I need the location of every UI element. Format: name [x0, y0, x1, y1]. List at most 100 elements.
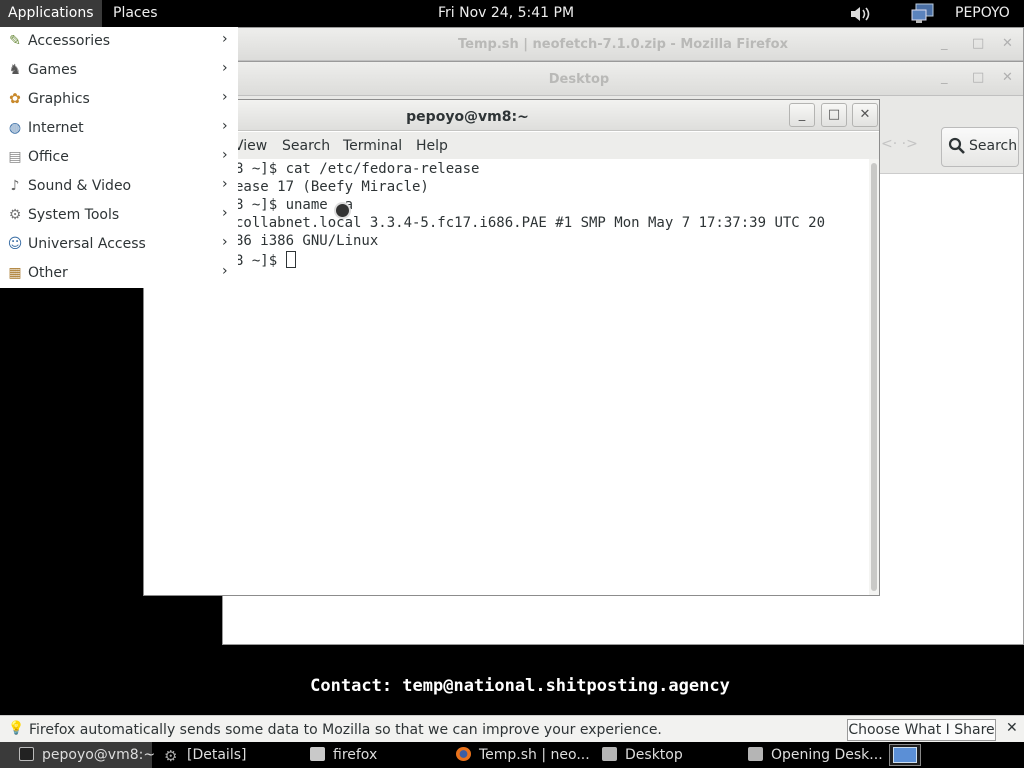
firefox-titlebar[interactable]: Temp.sh | neofetch-7.1.0.zip - Mozilla F… — [223, 28, 1023, 61]
chevron-right-icon: › — [222, 234, 228, 250]
menu-item-label: Games — [28, 62, 77, 78]
task-terminal[interactable]: pepoyo@vm8:~ — [0, 742, 156, 768]
info-icon: 💡 — [8, 721, 25, 736]
close-button[interactable]: ✕ — [1002, 36, 1013, 51]
office-icon: ▤ — [8, 149, 22, 165]
terminal-prompt: 8 ~]$ — [235, 253, 286, 269]
other-icon: ▦ — [8, 265, 22, 281]
menu-item-label: Accessories — [28, 33, 111, 49]
task-details[interactable]: ⚙ [Details] — [164, 742, 246, 768]
chevron-right-icon: › — [222, 60, 228, 76]
terminal-line: 86 i386 GNU/Linux — [235, 233, 379, 249]
task-label: firefox — [333, 747, 378, 763]
back-forward-icon[interactable]: <· ·> — [881, 136, 918, 152]
menu-item-label: Graphics — [28, 91, 90, 107]
menu-item-internet[interactable]: ◍ Internet › — [0, 114, 238, 143]
task-label: Desktop — [625, 747, 683, 763]
games-icon: ♞ — [8, 62, 22, 78]
desktop-titlebar[interactable]: Desktop _ □ ✕ — [223, 62, 1023, 96]
maximize-button[interactable]: □ — [972, 36, 984, 51]
chevron-right-icon: › — [222, 176, 228, 192]
terminal-prompt-line: 8 ~]$ — [235, 251, 296, 269]
task-firefox-window[interactable]: Temp.sh | neo... — [456, 742, 590, 768]
terminal-title: pepoyo@vm8:~ — [406, 109, 529, 125]
chevron-right-icon: › — [222, 31, 228, 47]
folder-camera-icon — [748, 747, 763, 761]
search-icon — [948, 137, 965, 158]
menu-item-label: Office — [28, 149, 69, 165]
user-menu[interactable]: PEPOYO — [955, 0, 1010, 27]
contact-text: Contact: temp@national.shitposting.agenc… — [310, 676, 730, 696]
minimize-button[interactable]: _ — [941, 36, 948, 51]
notification-bar: 💡 Firefox automatically sends some data … — [0, 715, 1024, 742]
menu-item-label: Sound & Video — [28, 178, 132, 194]
terminal-scrollbar[interactable] — [869, 159, 879, 595]
menu-item-games[interactable]: ♞ Games › — [0, 56, 238, 85]
minimize-button[interactable]: _ — [789, 103, 815, 127]
menu-item-label: Other — [28, 265, 68, 281]
terminal-window: pepoyo@vm8:~ _ □ ✕ View Search Terminal … — [143, 99, 880, 596]
minimize-button[interactable]: _ — [941, 70, 948, 85]
close-button[interactable]: ✕ — [852, 103, 878, 127]
maximize-button[interactable]: □ — [821, 103, 847, 127]
menu-item-system-tools[interactable]: ⚙ System Tools › — [0, 201, 238, 230]
menu-item-sound-video[interactable]: ♪ Sound & Video › — [0, 172, 238, 201]
menu-item-label: System Tools — [28, 207, 120, 223]
search-label: Search — [969, 138, 1018, 154]
accessories-icon: ✎ — [9, 33, 21, 49]
universal-access-icon: ☺ — [7, 236, 23, 252]
task-label: pepoyo@vm8:~ — [42, 747, 156, 763]
task-desktop[interactable]: Desktop — [602, 742, 683, 768]
clock[interactable]: Fri Nov 24, 5:41 PM — [438, 0, 574, 27]
menu-help[interactable]: Help — [416, 138, 448, 154]
menu-item-graphics[interactable]: ✿ Graphics › — [0, 85, 238, 114]
chevron-right-icon: › — [222, 147, 228, 163]
terminal-line: collabnet.local 3.3.4-5.fc17.i686.PAE #1… — [235, 215, 826, 231]
menu-terminal[interactable]: Terminal — [343, 138, 402, 154]
chevron-right-icon: › — [222, 205, 228, 221]
applications-menu-button[interactable]: Applications — [0, 0, 102, 27]
volume-icon[interactable] — [849, 4, 873, 24]
menu-search[interactable]: Search — [282, 138, 330, 154]
task-label: Opening Desk... — [771, 747, 883, 763]
terminal-titlebar[interactable]: pepoyo@vm8:~ _ □ ✕ — [144, 100, 879, 131]
chevron-right-icon: › — [222, 118, 228, 134]
choose-what-i-share-button[interactable]: Choose What I Share — [847, 719, 996, 741]
network-icon[interactable] — [911, 3, 935, 25]
task-firefox-folder[interactable]: firefox — [310, 742, 377, 768]
scrollbar-thumb[interactable] — [871, 163, 877, 591]
firefox-title: Temp.sh | neofetch-7.1.0.zip - Mozilla F… — [458, 37, 788, 52]
terminal-line: ease 17 (Beefy Miracle) — [235, 179, 429, 195]
folder-camera-icon — [602, 747, 617, 761]
bottom-taskbar: pepoyo@vm8:~ ⚙ [Details] firefox Temp.sh … — [0, 742, 1024, 768]
workspace-switcher[interactable] — [889, 744, 921, 766]
menu-item-office[interactable]: ▤ Office › — [0, 143, 238, 172]
notification-text: Firefox automatically sends some data to… — [29, 722, 662, 738]
terminal-icon — [19, 747, 34, 761]
menu-item-universal-access[interactable]: ☺ Universal Access › — [0, 230, 238, 259]
places-menu-button[interactable]: Places — [113, 0, 158, 27]
task-label: [Details] — [187, 747, 247, 763]
terminal-cursor — [285, 251, 296, 268]
folder-icon — [310, 747, 325, 761]
top-panel: Applications Places Fri Nov 24, 5:41 PM … — [0, 0, 1024, 27]
busy-cursor-icon — [334, 202, 351, 219]
task-label: Temp.sh | neo... — [479, 747, 590, 763]
chevron-right-icon: › — [222, 89, 228, 105]
menu-item-other[interactable]: ▦ Other › — [0, 259, 238, 288]
terminal-menubar: View Search Terminal Help — [144, 132, 879, 159]
internet-icon: ◍ — [8, 120, 22, 136]
task-opening-desktop[interactable]: Opening Desk... — [748, 742, 883, 768]
close-icon[interactable]: ✕ — [1006, 720, 1018, 736]
close-button[interactable]: ✕ — [1002, 70, 1013, 85]
menu-item-label: Internet — [28, 120, 84, 136]
sound-video-icon: ♪ — [10, 178, 20, 194]
system-tools-icon: ⚙ — [8, 207, 22, 223]
firefox-icon — [456, 747, 471, 761]
terminal-output[interactable]: 8 ~]$ cat /etc/fedora-release ease 17 (B… — [144, 159, 869, 595]
menu-item-accessories[interactable]: ✎ Accessories › — [0, 27, 238, 56]
workspace-1[interactable] — [893, 747, 917, 763]
search-button[interactable]: Search — [941, 127, 1019, 167]
menu-view[interactable]: View — [234, 138, 267, 154]
maximize-button[interactable]: □ — [972, 70, 984, 85]
